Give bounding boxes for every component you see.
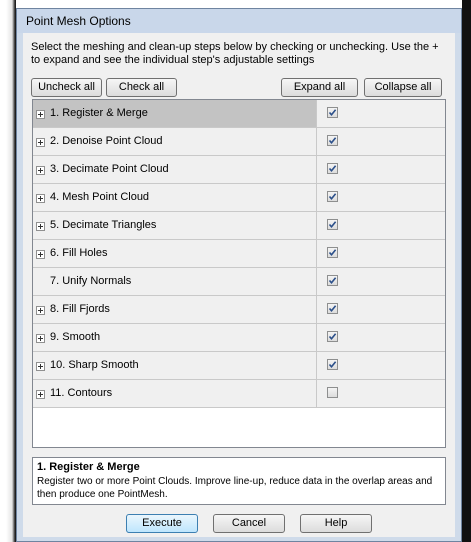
step-name-cell[interactable]: 7. Unify Normals [33, 268, 317, 295]
list-item[interactable]: 10. Sharp Smooth [33, 352, 445, 380]
step-checkbox[interactable] [327, 247, 338, 258]
step-checkbox[interactable] [327, 331, 338, 342]
list-item[interactable]: 4. Mesh Point Cloud [33, 184, 445, 212]
check-all-button[interactable]: Check all [106, 78, 177, 97]
expand-plus-icon[interactable] [36, 194, 45, 203]
list-item[interactable]: 1. Register & Merge [33, 100, 445, 128]
instructions-text: Select the meshing and clean-up steps be… [31, 41, 439, 66]
step-name-cell[interactable]: 8. Fill Fjords [33, 296, 317, 323]
step-label: 11. Contours [50, 387, 113, 399]
step-label: 1. Register & Merge [50, 107, 148, 119]
step-check-cell [317, 324, 445, 351]
step-details-panel: 1. Register & Merge Register two or more… [32, 457, 446, 505]
step-check-cell [317, 100, 445, 127]
expand-plus-icon[interactable] [36, 110, 45, 119]
list-item[interactable]: 7. Unify Normals [33, 268, 445, 296]
step-name-cell[interactable]: 3. Decimate Point Cloud [33, 156, 317, 183]
step-check-cell [317, 296, 445, 323]
checkmark-icon [328, 109, 337, 117]
list-item[interactable]: 6. Fill Holes [33, 240, 445, 268]
step-checkbox[interactable] [327, 359, 338, 370]
list-item[interactable]: 5. Decimate Triangles [33, 212, 445, 240]
step-label: 2. Denoise Point Cloud [50, 135, 163, 147]
step-name-cell[interactable]: 5. Decimate Triangles [33, 212, 317, 239]
step-check-cell [317, 128, 445, 155]
step-checkbox[interactable] [327, 387, 338, 398]
point-mesh-options-dialog: Point Mesh Options Select the meshing an… [16, 8, 462, 542]
expand-all-button[interactable]: Expand all [281, 78, 358, 97]
step-check-cell [317, 380, 445, 407]
desktop-left-edge [0, 0, 16, 542]
expand-plus-icon[interactable] [36, 390, 45, 399]
step-checkbox[interactable] [327, 191, 338, 202]
checkmark-icon [328, 221, 337, 229]
collapse-all-button[interactable]: Collapse all [364, 78, 442, 97]
step-name-cell[interactable]: 6. Fill Holes [33, 240, 317, 267]
checkmark-icon [328, 165, 337, 173]
step-checkbox[interactable] [327, 219, 338, 230]
step-checkbox[interactable] [327, 107, 338, 118]
expand-plus-icon[interactable] [36, 306, 45, 315]
list-item[interactable]: 11. Contours [33, 380, 445, 408]
step-name-cell[interactable]: 11. Contours [33, 380, 317, 407]
step-label: 3. Decimate Point Cloud [50, 163, 169, 175]
step-check-cell [317, 156, 445, 183]
window-title: Point Mesh Options [26, 14, 131, 28]
expand-plus-icon[interactable] [36, 138, 45, 147]
expand-plus-icon[interactable] [36, 222, 45, 231]
expand-plus-icon[interactable] [36, 362, 45, 371]
details-title: 1. Register & Merge [37, 461, 140, 473]
expand-plus-icon[interactable] [36, 166, 45, 175]
step-label: 8. Fill Fjords [50, 303, 110, 315]
expand-plus-icon[interactable] [36, 334, 45, 343]
list-item[interactable]: 3. Decimate Point Cloud [33, 156, 445, 184]
step-checkbox[interactable] [327, 163, 338, 174]
uncheck-all-button[interactable]: Uncheck all [31, 78, 102, 97]
step-check-cell [317, 212, 445, 239]
step-check-cell [317, 268, 445, 295]
steps-list: 1. Register & Merge 2. Denoise Point Clou… [32, 99, 446, 448]
desktop-right-edge [462, 0, 471, 542]
help-button[interactable]: Help [300, 514, 372, 533]
list-item[interactable]: 2. Denoise Point Cloud [33, 128, 445, 156]
checkmark-icon [328, 305, 337, 313]
details-description: Register two or more Point Clouds. Impro… [37, 476, 433, 500]
step-name-cell[interactable]: 1. Register & Merge [33, 100, 317, 127]
dialog-client-area: Select the meshing and clean-up steps be… [23, 33, 455, 537]
checkmark-icon [328, 277, 337, 285]
title-bar[interactable]: Point Mesh Options [17, 9, 461, 33]
expand-plus-icon[interactable] [36, 250, 45, 259]
checkmark-icon [328, 333, 337, 341]
step-label: 4. Mesh Point Cloud [50, 191, 150, 203]
step-name-cell[interactable]: 10. Sharp Smooth [33, 352, 317, 379]
step-check-cell [317, 240, 445, 267]
checkmark-icon [328, 361, 337, 369]
execute-button[interactable]: Execute [126, 514, 198, 533]
step-label: 10. Sharp Smooth [50, 359, 139, 371]
cancel-button[interactable]: Cancel [213, 514, 285, 533]
step-label: 9. Smooth [50, 331, 101, 343]
step-checkbox[interactable] [327, 303, 338, 314]
step-name-cell[interactable]: 2. Denoise Point Cloud [33, 128, 317, 155]
step-check-cell [317, 352, 445, 379]
step-label: 7. Unify Normals [50, 275, 132, 287]
step-label: 5. Decimate Triangles [50, 219, 157, 231]
list-item[interactable]: 8. Fill Fjords [33, 296, 445, 324]
step-name-cell[interactable]: 9. Smooth [33, 324, 317, 351]
step-checkbox[interactable] [327, 135, 338, 146]
step-check-cell [317, 184, 445, 211]
checkmark-icon [328, 249, 337, 257]
checkmark-icon [328, 137, 337, 145]
step-label: 6. Fill Holes [50, 247, 108, 259]
list-item[interactable]: 9. Smooth [33, 324, 445, 352]
checkmark-icon [328, 193, 337, 201]
step-checkbox[interactable] [327, 275, 338, 286]
step-name-cell[interactable]: 4. Mesh Point Cloud [33, 184, 317, 211]
